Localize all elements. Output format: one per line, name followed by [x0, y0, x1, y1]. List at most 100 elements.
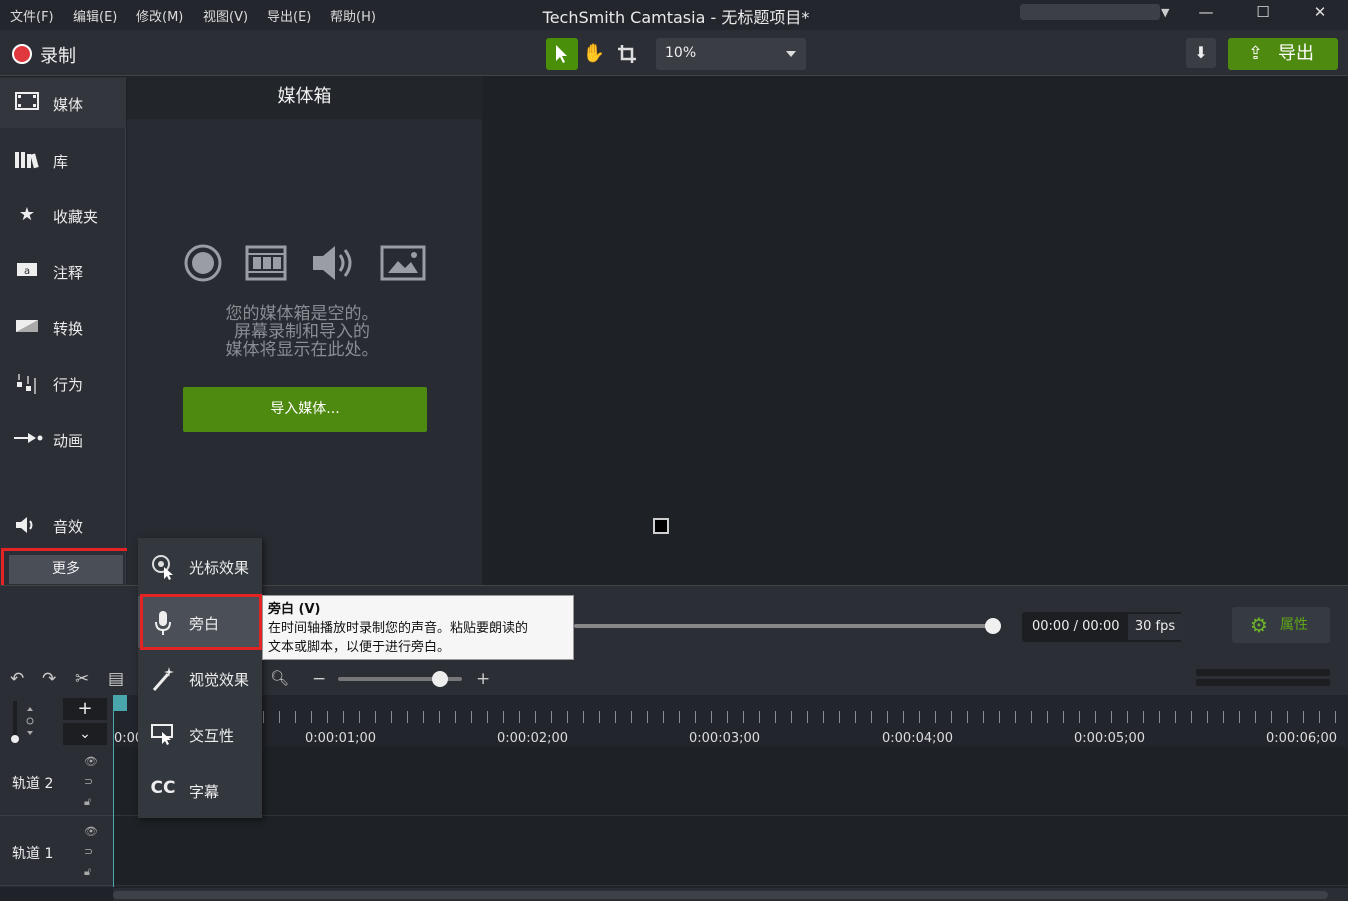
- sidebar-item-media[interactable]: 媒体: [0, 78, 126, 128]
- time-readout: 00:00 / 00:00: [1032, 619, 1120, 634]
- interactivity-icon: [150, 722, 176, 751]
- sidebar-item-annotations[interactable]: a 注释: [0, 246, 126, 296]
- record-circle-icon: [183, 243, 223, 287]
- canvas-frame[interactable]: [653, 518, 669, 534]
- timeline-ruler[interactable]: 0:00 0:00:01;00 0:00:02;00 0:00:03;00 0:…: [113, 695, 1348, 747]
- timeline-horizontal-scrollbar[interactable]: [113, 888, 1348, 901]
- import-media-button[interactable]: 导入媒体...: [183, 387, 427, 432]
- account-caret-icon[interactable]: ▼: [1161, 6, 1169, 19]
- sidebar-item-label: 媒体: [53, 96, 84, 114]
- properties-button[interactable]: ⚙ 属性: [1232, 607, 1330, 643]
- record-button[interactable]: 录制: [40, 42, 76, 68]
- export-label: 导出: [1278, 43, 1314, 64]
- sidebar-item-animations[interactable]: 动画: [0, 414, 126, 464]
- preview-canvas[interactable]: [483, 77, 1348, 585]
- tooltip-description: 在时间轴播放时录制您的声音。粘贴要朗读的 文本或脚本，以便于进行旁白。: [268, 619, 568, 657]
- library-icon: [14, 149, 40, 171]
- track-lane[interactable]: [113, 747, 1348, 816]
- sidebar-item-label: 收藏夹: [53, 208, 99, 226]
- media-bin-panel: 媒体箱 您的媒体箱是空的。 屏幕录制和导入的 媒体将显示在此处。 导入媒体...: [127, 77, 482, 585]
- eye-icon[interactable]: 👁︎: [84, 755, 98, 768]
- scrubber-handle[interactable]: [985, 618, 1001, 634]
- zoom-value: 10%: [665, 45, 697, 61]
- zoom-in-icon[interactable]: +: [476, 669, 490, 689]
- flyout-item-label: 光标效果: [189, 559, 250, 577]
- track-name: 轨道 2: [12, 776, 54, 792]
- time-label: 0:00:01;00: [305, 731, 377, 746]
- lock-icon[interactable]: 🔓︎: [84, 865, 91, 879]
- sidebar-item-library[interactable]: 库: [0, 135, 126, 185]
- sidebar-item-label: 库: [53, 153, 69, 171]
- magic-wand-icon: [150, 666, 176, 697]
- empty-message-line: 媒体将显示在此处。: [225, 340, 379, 360]
- scrubber-track[interactable]: [574, 624, 994, 628]
- playhead-handle[interactable]: [113, 695, 127, 711]
- sidebar-item-audio-effects[interactable]: 音效: [0, 500, 126, 550]
- time-label: 0:00:02;00: [497, 731, 569, 746]
- redo-icon[interactable]: ↷: [42, 669, 56, 689]
- sidebar-item-favorites[interactable]: ★ 收藏夹: [0, 190, 126, 240]
- flyout-item-visual-effects[interactable]: 视觉效果: [138, 652, 262, 704]
- panel-title: 媒体箱: [127, 77, 482, 119]
- scrollbar-thumb[interactable]: [113, 891, 1328, 899]
- download-icon[interactable]: ⬇: [1186, 38, 1216, 68]
- eye-icon[interactable]: 👁︎: [84, 825, 98, 838]
- audio-icon: [311, 243, 357, 287]
- flyout-item-label: 字幕: [189, 783, 220, 801]
- maximize-icon[interactable]: ☐: [1243, 3, 1283, 27]
- lock-icon[interactable]: 🔓︎: [84, 795, 91, 809]
- crop-tool-icon[interactable]: [611, 38, 643, 70]
- export-button[interactable]: ⇪ 导出: [1228, 38, 1338, 70]
- narration-tooltip: 旁白 (V) 在时间轴播放时录制您的声音。粘贴要朗读的 文本或脚本，以便于进行旁…: [262, 595, 574, 660]
- behavior-icon: [14, 372, 40, 394]
- track-name: 轨道 1: [12, 846, 54, 862]
- collapse-tracks-button[interactable]: ⌄: [63, 723, 107, 745]
- speaker-icon: [14, 514, 40, 536]
- zoom-dropdown[interactable]: 10%: [656, 38, 806, 70]
- record-icon[interactable]: [12, 44, 32, 64]
- sidebar-item-transitions[interactable]: 转换: [0, 302, 126, 352]
- flyout-item-cursor-effects[interactable]: 光标效果: [138, 540, 262, 592]
- copy-icon[interactable]: ▤: [108, 669, 124, 689]
- search-icon[interactable]: 🔍︎: [270, 669, 289, 687]
- pan-tool-icon[interactable]: ✋: [578, 38, 610, 70]
- track-lane[interactable]: [113, 817, 1348, 886]
- cut-icon[interactable]: ✂: [75, 669, 89, 689]
- minimize-icon[interactable]: —: [1186, 3, 1226, 27]
- timeline-zoom-handle[interactable]: [432, 671, 448, 687]
- sidebar-item-behaviors[interactable]: 行为: [0, 358, 126, 408]
- fps-selector[interactable]: 30 fps: [1128, 614, 1182, 640]
- tooltip-title: 旁白 (V): [268, 602, 321, 617]
- narration-highlight: [140, 594, 262, 650]
- more-button[interactable]: 更多: [9, 555, 123, 584]
- annotation-icon: a: [14, 260, 40, 282]
- add-track-button[interactable]: +: [63, 698, 107, 720]
- sidebar-item-label: 转换: [53, 320, 84, 338]
- sidebar-item-label: 动画: [53, 432, 84, 450]
- share-icon: ⇪: [1248, 43, 1264, 64]
- menu-bar: 文件(F) 编辑(E) 修改(M) 视图(V) 导出(E) 帮助(H) Tech…: [0, 0, 1348, 30]
- film-icon: [245, 243, 287, 287]
- account-box[interactable]: [1020, 4, 1160, 20]
- magnet-icon[interactable]: ⊃: [84, 845, 93, 858]
- flyout-item-captions[interactable]: CC 字幕: [138, 764, 262, 816]
- undo-icon[interactable]: ↶: [10, 669, 24, 689]
- zoom-out-icon[interactable]: −: [312, 669, 326, 689]
- magnet-icon[interactable]: ⊃: [84, 775, 93, 788]
- empty-message-line: 您的媒体箱是空的。: [225, 304, 379, 324]
- select-tool-icon[interactable]: [546, 38, 578, 70]
- flyout-item-interactivity[interactable]: 交互性: [138, 708, 262, 760]
- time-display: 00:00 / 00:00 30 fps: [1022, 612, 1182, 642]
- track-header[interactable]: 轨道 1 👁︎ ⊃ 🔓︎: [0, 817, 113, 886]
- animation-icon: [14, 428, 43, 450]
- track-header[interactable]: 轨道 2 👁︎ ⊃ 🔓︎: [0, 747, 113, 816]
- ruler-ticks: [263, 711, 1348, 723]
- timeline-overview[interactable]: [1196, 669, 1330, 687]
- track-height-slider[interactable]: [10, 701, 34, 745]
- time-label: 0:00:03;00: [689, 731, 761, 746]
- playhead-line: [113, 695, 114, 887]
- svg-text:a: a: [24, 266, 30, 277]
- close-icon[interactable]: ✕: [1300, 3, 1340, 27]
- transition-icon: [14, 316, 40, 338]
- empty-message: 您的媒体箱是空的。 屏幕录制和导入的 媒体将显示在此处。: [222, 305, 382, 359]
